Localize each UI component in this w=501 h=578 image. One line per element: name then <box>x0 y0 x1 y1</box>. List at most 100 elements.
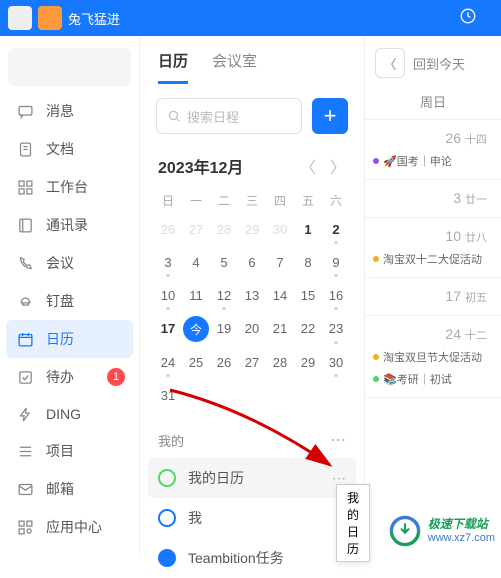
my-calendars-more-button[interactable]: ⋯ <box>330 430 346 450</box>
calendar-day[interactable]: 13 <box>238 279 266 312</box>
day-block[interactable]: 3廿一 <box>365 180 501 218</box>
sidebar-item-10[interactable]: 邮箱 <box>0 470 139 508</box>
watermark-text-1: 极速下载站 <box>428 517 495 531</box>
calendar-day[interactable]: 29 <box>294 346 322 379</box>
calendar-day[interactable]: 5 <box>210 246 238 279</box>
my-calendar-item[interactable]: 我的日历⋯ <box>148 458 356 498</box>
my-calendar-item[interactable]: Teambition任务 <box>140 538 364 578</box>
calendar-day[interactable]: 6 <box>238 246 266 279</box>
sidebar-item-label: 邮箱 <box>46 479 74 499</box>
calendar-day[interactable]: 今 <box>183 316 209 342</box>
avatar-user[interactable] <box>8 6 32 30</box>
calendar-day[interactable]: 14 <box>266 279 294 312</box>
day-block[interactable]: 26十四 🚀国考｜申论 <box>365 120 501 180</box>
tab-meeting-room[interactable]: 会议室 <box>212 50 257 84</box>
back-to-today-button[interactable]: 回到今天 <box>413 54 465 73</box>
calendar-day[interactable]: 26 <box>210 346 238 379</box>
calendar-day[interactable]: 20 <box>238 312 266 346</box>
avatar-rabbit[interactable] <box>38 6 62 30</box>
calendar-day[interactable]: 28 <box>210 213 238 246</box>
calendar-day[interactable]: 24 <box>154 346 182 379</box>
calendar-day[interactable]: 15 <box>294 279 322 312</box>
sidebar-icon <box>16 405 34 423</box>
watermark-logo-icon <box>388 514 422 548</box>
calendar-day[interactable]: 17 <box>154 312 182 346</box>
sidebar-item-2[interactable]: 工作台 <box>0 168 139 206</box>
sidebar-icon <box>16 216 34 234</box>
calendar-item-label: Teambition任务 <box>188 548 284 568</box>
calendar-day[interactable]: 27 <box>238 346 266 379</box>
day-block[interactable]: 10廿八淘宝双十二大促活动 <box>365 218 501 278</box>
calendar-day[interactable]: 21 <box>266 312 294 346</box>
calendar-day[interactable]: 29 <box>238 213 266 246</box>
calendar-day[interactable]: 31 <box>154 379 182 412</box>
weekday-label: 三 <box>238 188 266 213</box>
sidebar-item-1[interactable]: 文档 <box>0 130 139 168</box>
calendar-day[interactable]: 8 <box>294 246 322 279</box>
calendar-day[interactable]: 7 <box>266 246 294 279</box>
calendar-day[interactable]: 19 <box>210 312 238 346</box>
event-item[interactable]: 淘宝双十二大促活动 <box>373 251 493 267</box>
sidebar-item-3[interactable]: 通讯录 <box>0 206 139 244</box>
calendar-day[interactable]: 23 <box>322 312 350 346</box>
next-month-button[interactable]: 〉 <box>330 154 346 178</box>
sidebar-item-6[interactable]: 日历 <box>6 320 133 358</box>
sidebar-item-9[interactable]: 项目 <box>0 432 139 470</box>
calendar-day[interactable]: 30 <box>322 346 350 379</box>
search-input[interactable]: 搜索日程 <box>156 98 302 134</box>
prev-month-button[interactable]: 〈 <box>300 154 316 178</box>
calendar-day[interactable]: 28 <box>266 346 294 379</box>
history-icon[interactable] <box>459 7 477 30</box>
tabs: 日历 会议室 <box>140 36 364 84</box>
day-number: 24十二 <box>373 326 493 343</box>
sidebar-icon <box>16 140 34 158</box>
sidebar: 消息文档工作台通讯录会议钉盘日历待办1DING 项目邮箱应用中心 <box>0 36 140 554</box>
day-number: 26十四 <box>373 130 493 147</box>
sidebar-item-8[interactable]: DING <box>0 396 139 432</box>
event-text: 淘宝双旦节大促活动 <box>383 349 482 365</box>
tooltip: 我的日历 <box>336 484 370 562</box>
calendar-day[interactable]: 22 <box>294 312 322 346</box>
sidebar-item-11[interactable]: 应用中心 <box>0 508 139 546</box>
sidebar-item-label: 项目 <box>46 441 74 461</box>
calendar-day[interactable]: 11 <box>182 279 210 312</box>
calendar-day[interactable]: 3 <box>154 246 182 279</box>
sidebar-item-7[interactable]: 待办1 <box>0 358 139 396</box>
event-item[interactable]: 🚀国考｜申论 <box>373 153 493 169</box>
event-dot-icon <box>373 376 379 382</box>
calendar-day <box>238 379 266 412</box>
calendar-day[interactable]: 27 <box>182 213 210 246</box>
day-number: 17初五 <box>373 288 493 305</box>
day-block[interactable]: 17初五 <box>365 278 501 316</box>
calendar-day[interactable]: 9 <box>322 246 350 279</box>
sidebar-item-0[interactable]: 消息 <box>0 92 139 130</box>
sidebar-item-label: 日历 <box>46 329 74 349</box>
calendar-day[interactable]: 26 <box>154 213 182 246</box>
calendar-day[interactable]: 4 <box>182 246 210 279</box>
prev-week-button[interactable]: 〈 <box>375 48 405 78</box>
day-block[interactable]: 24十二淘宝双旦节大促活动 📚考研｜初试 <box>365 316 501 398</box>
sidebar-item-5[interactable]: 钉盘 <box>0 282 139 320</box>
add-schedule-button[interactable]: + <box>312 98 348 134</box>
calendar-day[interactable]: 12 <box>210 279 238 312</box>
event-item[interactable]: 淘宝双旦节大促活动 <box>373 349 493 365</box>
calendar-day[interactable]: 10 <box>154 279 182 312</box>
watermark: 极速下载站 www.xz7.com <box>388 514 495 548</box>
calendar-day[interactable]: 30 <box>266 213 294 246</box>
sidebar-icon <box>16 368 34 386</box>
month-label: 2023年12月 <box>158 154 243 178</box>
calendar-day[interactable]: 2 <box>322 213 350 246</box>
calendar-column: 日历 会议室 搜索日程 + 2023年12月 〈 〉 日一二三四五六 26272… <box>140 36 365 554</box>
calendar-day <box>322 379 350 412</box>
sidebar-item-4[interactable]: 会议 <box>0 244 139 282</box>
event-text: 📚考研｜初试 <box>383 371 452 387</box>
calendar-day[interactable]: 16 <box>322 279 350 312</box>
sidebar-icon <box>16 254 34 272</box>
calendar-day[interactable]: 1 <box>294 213 322 246</box>
event-item[interactable]: 📚考研｜初试 <box>373 371 493 387</box>
my-calendar-item[interactable]: 我 <box>140 498 364 538</box>
sidebar-icon <box>16 292 34 310</box>
calendar-day[interactable]: 25 <box>182 346 210 379</box>
tab-calendar[interactable]: 日历 <box>158 50 188 84</box>
sidebar-icon <box>16 178 34 196</box>
